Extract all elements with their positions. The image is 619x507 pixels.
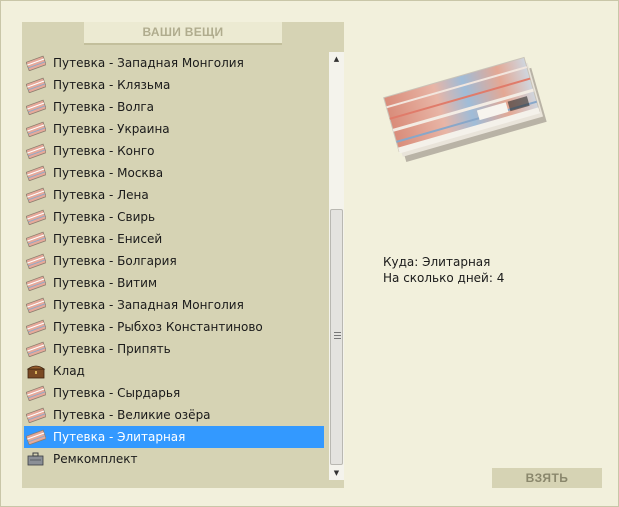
list-item[interactable]: Путевка - Элитарная (24, 426, 324, 448)
list-scrollbar[interactable]: ▲ ▼ (329, 52, 344, 480)
list-item[interactable]: Путевка - Великие озёра (24, 404, 324, 426)
list-item[interactable]: Путевка - Конго (24, 140, 324, 162)
list-item[interactable]: Путевка - Москва (24, 162, 324, 184)
list-item-label: Путевка - Конго (53, 144, 155, 158)
list-item-label: Путевка - Западная Монголия (53, 298, 244, 312)
list-item-label: Путевка - Волга (53, 100, 155, 114)
list-item-label: Путевка - Украина (53, 122, 170, 136)
list-item[interactable]: Путевка - Клязьма (24, 74, 324, 96)
ticket-icon (25, 121, 47, 138)
list-item[interactable]: Путевка - Енисей (24, 228, 324, 250)
list-item[interactable]: Путевка - Украина (24, 118, 324, 140)
scroll-grip-icon (334, 332, 341, 339)
list-item[interactable]: Путевка - Свирь (24, 206, 324, 228)
ticket-icon (25, 297, 47, 314)
scroll-down-arrow-icon[interactable]: ▼ (329, 466, 344, 480)
list-item-label: Клад (53, 364, 85, 378)
list-item[interactable]: Клад (24, 360, 324, 382)
take-button[interactable]: ВЗЯТЬ (492, 468, 602, 488)
list-item-label: Ремкомплект (53, 452, 138, 466)
list-item-label: Путевка - Болгария (53, 254, 177, 268)
list-item[interactable]: Путевка - Сырдарья (24, 382, 324, 404)
ticket-icon (25, 253, 47, 270)
item-preview-image (378, 40, 548, 165)
list-item[interactable]: Путевка - Рыбхоз Константиново (24, 316, 324, 338)
list-item[interactable]: Путевка - Болгария (24, 250, 324, 272)
ticket-icon (25, 407, 47, 424)
item-details: Куда: Элитарная На сколько дней: 4 (383, 254, 504, 286)
chest-icon (26, 363, 46, 379)
ticket-icon (25, 275, 47, 292)
days-text: На сколько дней: 4 (383, 271, 505, 285)
list-item-label: Путевка - Западная Монголия (53, 56, 244, 70)
ticket-icon (25, 187, 47, 204)
list-item-label: Путевка - Свирь (53, 210, 156, 224)
list-item-label: Путевка - Рыбхоз Константиново (53, 320, 263, 334)
list-item-label: Путевка - Сырдарья (53, 386, 181, 400)
ticket-icon (25, 429, 47, 446)
ticket-icon (25, 77, 47, 94)
repair-kit-icon (26, 451, 46, 467)
list-item-label: Путевка - Клязьма (53, 78, 171, 92)
ticket-icon (25, 385, 47, 402)
ticket-icon (25, 231, 47, 248)
list-item-label: Путевка - Витим (53, 276, 158, 290)
list-item-label: Путевка - Енисей (53, 232, 163, 246)
list-item[interactable]: Путевка - Западная Монголия (24, 52, 324, 74)
list-item[interactable]: Путевка - Волга (24, 96, 324, 118)
list-item-label: Путевка - Припять (53, 342, 171, 356)
ticket-icon (25, 143, 47, 160)
list-item[interactable]: Ремкомплект (24, 448, 324, 470)
inventory-list: Путевка - Западная Монголия Путевка - Кля… (24, 52, 324, 470)
list-item-label: Путевка - Великие озёра (53, 408, 211, 422)
ticket-icon (25, 319, 47, 336)
list-item[interactable]: Путевка - Лена (24, 184, 324, 206)
scroll-thumb[interactable] (330, 209, 343, 465)
ticket-icon (25, 209, 47, 226)
ticket-icon (25, 341, 47, 358)
ticket-bundle-icon (383, 56, 547, 162)
ticket-icon (25, 55, 47, 72)
destination-text: Куда: Элитарная (383, 255, 491, 269)
list-item-label: Путевка - Элитарная (53, 430, 186, 444)
list-item[interactable]: Путевка - Витим (24, 272, 324, 294)
list-item-label: Путевка - Москва (53, 166, 164, 180)
scroll-up-arrow-icon[interactable]: ▲ (329, 52, 344, 66)
list-item[interactable]: Путевка - Припять (24, 338, 324, 360)
panel-title: ВАШИ ВЕЩИ (84, 22, 282, 45)
ticket-icon (25, 165, 47, 182)
ticket-icon (25, 99, 47, 116)
list-item[interactable]: Путевка - Западная Монголия (24, 294, 324, 316)
list-item-label: Путевка - Лена (53, 188, 149, 202)
